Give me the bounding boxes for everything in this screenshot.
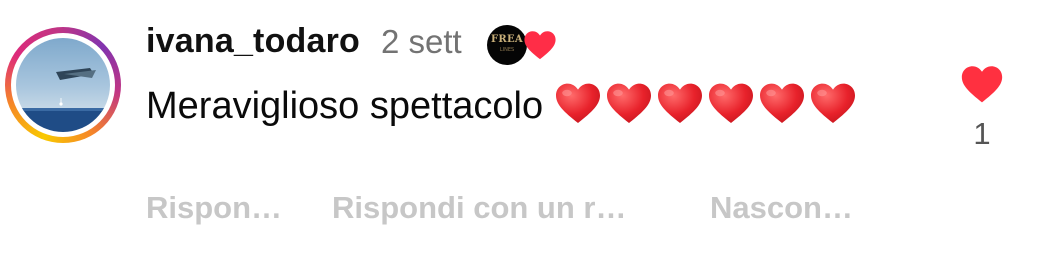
comment-item: ivana_todaro 2 sett FREA LINES Meravigli… xyxy=(0,0,1037,261)
comment-body: Meraviglioso spettacolo xyxy=(146,80,906,132)
avatar-story-ring-gap xyxy=(11,33,115,137)
red-heart-emoji-icon xyxy=(708,83,753,123)
red-heart-emoji-icon xyxy=(810,83,855,123)
avatar[interactable] xyxy=(5,27,121,143)
red-heart-emoji-icon xyxy=(759,83,804,123)
badge-logo-sublabel: LINES xyxy=(499,47,515,53)
red-heart-emoji-icon xyxy=(657,83,702,123)
avatar-photo xyxy=(16,38,110,132)
badge-logo: FREA LINES xyxy=(487,25,527,65)
heart-icon xyxy=(524,31,556,60)
comment-author-username[interactable]: ivana_todaro xyxy=(146,22,360,61)
like-count: 1 xyxy=(973,116,991,151)
comment-emoji-group xyxy=(554,83,860,127)
comment-text: Meraviglioso spettacolo xyxy=(146,85,544,127)
badge-logo-label: FREA xyxy=(491,34,523,45)
hide-comment-button[interactable]: Nascon… xyxy=(710,190,853,226)
reply-with-reel-button[interactable]: Rispondi con un r… xyxy=(332,190,627,226)
comment-timestamp: 2 sett xyxy=(381,23,462,60)
like-heart-icon[interactable] xyxy=(960,63,1004,105)
reply-button[interactable]: Rispon… xyxy=(146,190,282,226)
author-badge: FREA LINES xyxy=(487,25,561,65)
red-heart-emoji-icon xyxy=(606,83,651,123)
red-heart-emoji-icon xyxy=(555,83,600,123)
